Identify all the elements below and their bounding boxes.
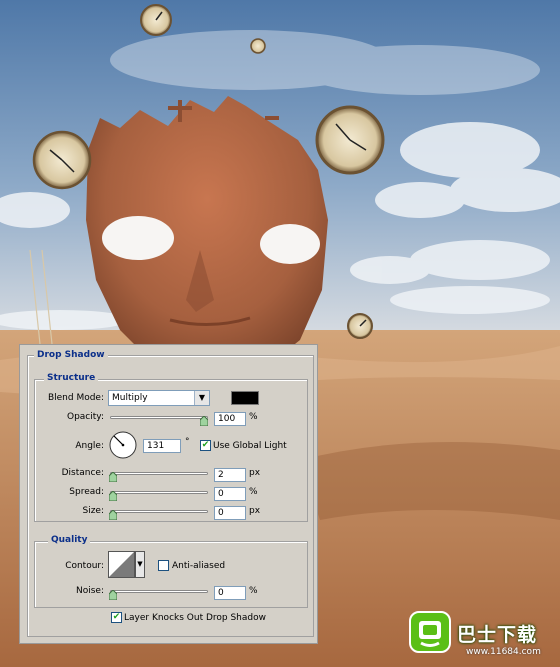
distance-slider[interactable] [110, 472, 208, 475]
checkmark-icon: ✔ [112, 612, 121, 622]
layer-knocks-out-label: Layer Knocks Out Drop Shadow [124, 613, 266, 623]
distance-unit: px [249, 468, 261, 478]
use-global-light-checkbox[interactable]: ✔ [200, 440, 211, 451]
quality-group [34, 541, 308, 608]
spread-slider[interactable] [110, 491, 208, 494]
anti-aliased-checkbox[interactable] [158, 560, 169, 571]
size-unit: px [249, 506, 261, 516]
size-label: Size: [82, 506, 104, 516]
angle-unit: ° [185, 437, 190, 447]
chevron-down-icon: ▼ [137, 560, 143, 568]
angle-input[interactable]: 131 [143, 439, 181, 453]
contour-label: Contour: [65, 561, 104, 571]
watermark-url: www.11684.com [466, 647, 541, 657]
spread-label: Spread: [69, 487, 104, 497]
drop-shadow-panel: Drop Shadow Structure Blend Mode: Multip… [19, 344, 318, 644]
noise-input[interactable]: 0 [214, 586, 246, 600]
contour-curve-icon [109, 552, 134, 577]
use-global-light-label: Use Global Light [213, 441, 287, 451]
quality-title: Quality [48, 535, 91, 545]
spread-unit: % [249, 487, 258, 497]
contour-preview[interactable] [108, 551, 135, 578]
drop-shadow-title: Drop Shadow [34, 350, 108, 360]
size-slider[interactable] [110, 510, 208, 513]
blend-mode-value: Multiply [112, 393, 148, 403]
noise-slider[interactable] [110, 590, 208, 593]
angle-label: Angle: [75, 441, 104, 451]
distance-slider-thumb[interactable] [109, 472, 117, 482]
watermark-brand: 巴士下载 [457, 624, 538, 646]
opacity-slider[interactable] [110, 416, 208, 419]
blend-mode-label: Blend Mode: [47, 393, 104, 403]
noise-label: Noise: [76, 586, 104, 596]
blend-mode-select[interactable]: Multiply ▼ [108, 390, 210, 406]
size-input[interactable]: 0 [214, 506, 246, 520]
opacity-slider-thumb[interactable] [200, 416, 208, 426]
layer-knocks-out-checkbox[interactable]: ✔ [111, 612, 122, 623]
noise-unit: % [249, 586, 258, 596]
opacity-input[interactable]: 100 [214, 412, 246, 426]
structure-title: Structure [44, 373, 99, 383]
checkmark-icon: ✔ [201, 440, 210, 450]
chevron-down-icon: ▼ [194, 391, 209, 405]
angle-dial[interactable] [109, 431, 137, 459]
opacity-unit: % [249, 412, 258, 422]
opacity-label: Opacity: [67, 412, 104, 422]
shadow-color-swatch[interactable] [231, 391, 259, 405]
spread-input[interactable]: 0 [214, 487, 246, 501]
anti-aliased-label: Anti-aliased [172, 561, 226, 571]
distance-label: Distance: [61, 468, 104, 478]
noise-slider-thumb[interactable] [109, 590, 117, 600]
contour-dropdown[interactable]: ▼ [135, 551, 145, 578]
size-slider-thumb[interactable] [109, 510, 117, 520]
spread-slider-thumb[interactable] [109, 491, 117, 501]
distance-input[interactable]: 2 [214, 468, 246, 482]
